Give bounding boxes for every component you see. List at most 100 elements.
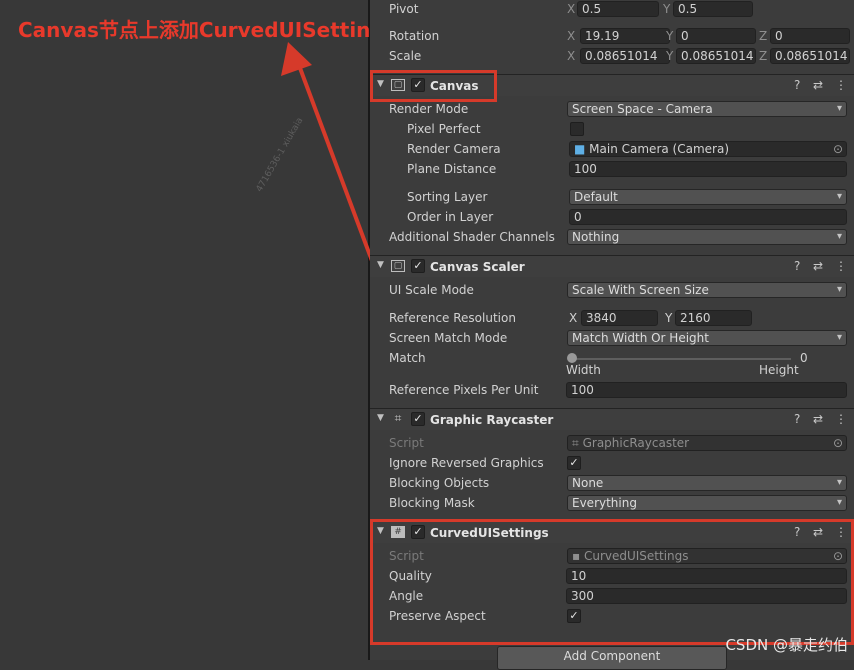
- pixel-perfect-row: Pixel Perfect: [370, 120, 854, 140]
- rotation-x-field[interactable]: 19.19: [580, 28, 670, 44]
- shader-channels-dropdown[interactable]: Nothing ▾: [567, 229, 847, 245]
- blocking-mask-dropdown[interactable]: Everything ▾: [567, 495, 847, 511]
- axis-y: Y: [665, 311, 673, 325]
- axis-y: Y: [666, 29, 674, 43]
- axis-x: X: [567, 29, 576, 43]
- render-camera-value: Main Camera (Camera): [589, 142, 729, 156]
- screen-match-mode-value: Match Width Or Height: [572, 331, 709, 345]
- reference-resolution-y-field[interactable]: 2160: [675, 310, 752, 326]
- plane-distance-field[interactable]: 100: [569, 161, 847, 177]
- sorting-layer-dropdown[interactable]: Default ▾: [569, 189, 847, 205]
- settings-icon[interactable]: ⇄: [813, 78, 823, 92]
- angle-row: Angle 300: [370, 587, 854, 607]
- match-value[interactable]: 0: [800, 351, 808, 365]
- reference-resolution-row: Reference Resolution X 3840 Y 2160: [370, 309, 854, 329]
- pixel-perfect-checkbox[interactable]: [570, 122, 584, 136]
- axis-x: X: [567, 2, 576, 16]
- blocking-objects-dropdown[interactable]: None ▾: [567, 475, 847, 491]
- fold-icon[interactable]: ▼: [377, 413, 384, 423]
- camera-icon: ■: [574, 142, 586, 156]
- dropdown-arrow-icon: ▾: [836, 191, 842, 202]
- curved-ui-enabled-checkbox[interactable]: ✓: [411, 525, 425, 539]
- rotation-z-field[interactable]: 0: [770, 28, 850, 44]
- axis-y: Y: [666, 49, 674, 63]
- ignore-reversed-label: Ignore Reversed Graphics: [389, 456, 544, 470]
- ignore-reversed-checkbox[interactable]: ✓: [567, 456, 581, 470]
- sorting-layer-row: Sorting Layer Default ▾: [370, 188, 854, 208]
- canvas-scaler-enabled-checkbox[interactable]: ✓: [411, 259, 425, 273]
- curved-ui-settings-header[interactable]: ▼ # ✓ CurvedUISettings ? ⇄ ⋮: [370, 521, 854, 543]
- reference-resolution-x-field[interactable]: 3840: [581, 310, 658, 326]
- preserve-aspect-row: Preserve Aspect ✓: [370, 607, 854, 627]
- render-camera-row: Render Camera ■ Main Camera (Camera) ⊙: [370, 140, 854, 160]
- ignore-reversed-row: Ignore Reversed Graphics ✓: [370, 454, 854, 474]
- csdn-watermark: CSDN @暴走约伯: [725, 636, 848, 654]
- render-mode-dropdown[interactable]: Screen Space - Camera ▾: [567, 101, 847, 117]
- preserve-aspect-label: Preserve Aspect: [389, 609, 486, 623]
- screen-match-mode-row: Screen Match Mode Match Width Or Height …: [370, 329, 854, 349]
- scale-z-field[interactable]: 0.08651014: [770, 48, 850, 64]
- quality-field[interactable]: 10: [566, 568, 847, 584]
- more-icon[interactable]: ⋮: [835, 78, 847, 92]
- blocking-mask-label: Blocking Mask: [389, 496, 475, 510]
- pivot-x-field[interactable]: 0.5: [577, 1, 659, 17]
- more-icon[interactable]: ⋮: [835, 412, 847, 426]
- match-row: Match 0 Width Height: [370, 349, 854, 381]
- match-slider-track[interactable]: [571, 358, 791, 360]
- help-icon[interactable]: ?: [794, 525, 800, 539]
- settings-icon[interactable]: ⇄: [813, 412, 823, 426]
- inspector-panel: Pivot X 0.5 Y 0.5 Rotation X 19.19 Y 0 Z…: [370, 0, 854, 670]
- plane-distance-row: Plane Distance 100: [370, 160, 854, 180]
- match-label: Match: [389, 351, 426, 365]
- dropdown-arrow-icon: ▾: [836, 332, 842, 343]
- settings-icon[interactable]: ⇄: [813, 259, 823, 273]
- shader-channels-label: Additional Shader Channels: [389, 230, 555, 244]
- more-icon[interactable]: ⋮: [835, 259, 847, 273]
- match-slider-knob[interactable]: [567, 353, 577, 363]
- object-picker-icon[interactable]: ⊙: [833, 549, 843, 563]
- hierarchy-pane: [0, 0, 368, 660]
- preserve-aspect-checkbox[interactable]: ✓: [567, 609, 581, 623]
- help-icon[interactable]: ?: [794, 412, 800, 426]
- fold-icon[interactable]: ▼: [377, 79, 384, 89]
- axis-z: Z: [759, 49, 768, 63]
- canvas-header[interactable]: ▼ ▢ ✓ Canvas ? ⇄ ⋮: [370, 74, 854, 96]
- curved-ui-settings-title: CurvedUISettings: [430, 526, 549, 540]
- scale-label: Scale: [389, 49, 422, 63]
- blocking-objects-value: None: [572, 476, 604, 490]
- script-file-icon: ▪: [572, 549, 581, 563]
- canvas-title: Canvas: [430, 79, 479, 93]
- ref-pixels-field[interactable]: 100: [566, 382, 847, 398]
- canvas-scaler-header[interactable]: ▼ ▢ ✓ Canvas Scaler ? ⇄ ⋮: [370, 255, 854, 277]
- canvas-scaler-title: Canvas Scaler: [430, 260, 525, 274]
- scale-x-field[interactable]: 0.08651014: [580, 48, 670, 64]
- angle-field[interactable]: 300: [566, 588, 847, 604]
- dropdown-arrow-icon: ▾: [836, 231, 842, 242]
- fold-icon[interactable]: ▼: [377, 260, 384, 270]
- more-icon[interactable]: ⋮: [835, 525, 847, 539]
- object-picker-icon[interactable]: ⊙: [833, 142, 843, 156]
- canvas-enabled-checkbox[interactable]: ✓: [411, 78, 425, 92]
- object-picker-icon[interactable]: ⊙: [833, 436, 843, 450]
- help-icon[interactable]: ?: [794, 78, 800, 92]
- help-icon[interactable]: ?: [794, 259, 800, 273]
- raycaster-script-field: ⌗ GraphicRaycaster ⊙: [567, 435, 847, 451]
- screen-match-mode-dropdown[interactable]: Match Width Or Height ▾: [567, 330, 847, 346]
- match-width-label: Width: [566, 363, 601, 377]
- raycaster-icon: ⌗: [394, 411, 402, 425]
- fold-icon[interactable]: ▼: [377, 526, 384, 536]
- raycaster-enabled-checkbox[interactable]: ✓: [411, 412, 425, 426]
- rotation-row: Rotation X 19.19 Y 0 Z 0: [370, 27, 854, 47]
- pivot-y-field[interactable]: 0.5: [673, 1, 753, 17]
- order-in-layer-field[interactable]: 0: [569, 209, 847, 225]
- scale-y-field[interactable]: 0.08651014: [676, 48, 756, 64]
- ui-scale-mode-dropdown[interactable]: Scale With Screen Size ▾: [567, 282, 847, 298]
- curved-script-row: Script ▪ CurvedUISettings ⊙: [370, 547, 854, 567]
- render-camera-field[interactable]: ■ Main Camera (Camera) ⊙: [569, 141, 847, 157]
- curved-script-label: Script: [389, 549, 424, 563]
- rotation-y-field[interactable]: 0: [676, 28, 756, 44]
- settings-icon[interactable]: ⇄: [813, 525, 823, 539]
- axis-y: Y: [663, 2, 671, 16]
- add-component-button[interactable]: Add Component: [497, 646, 727, 670]
- graphic-raycaster-header[interactable]: ▼ ⌗ ✓ Graphic Raycaster ? ⇄ ⋮: [370, 408, 854, 430]
